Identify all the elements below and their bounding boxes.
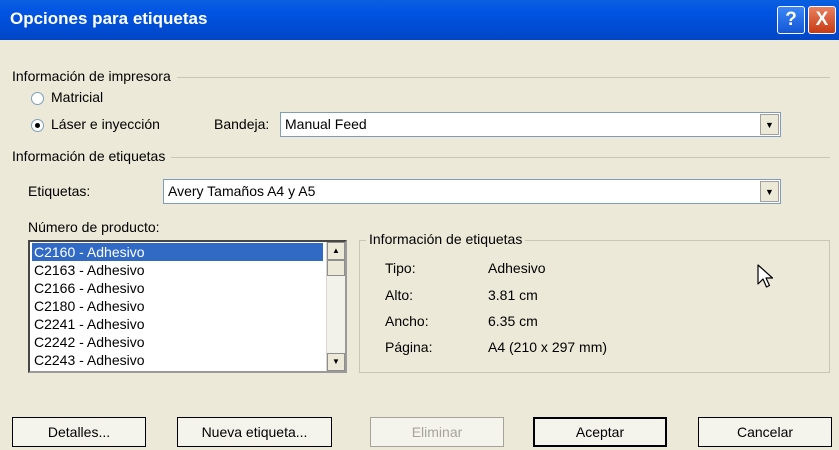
matricial-label: Matricial [51, 89, 104, 105]
nueva-etiqueta-button[interactable]: Nueva etiqueta... [177, 417, 332, 447]
list-item[interactable]: C2241 - Adhesivo [32, 315, 323, 333]
list-item[interactable]: C2243 - Adhesivo [32, 351, 323, 369]
bandeja-value: Manual Feed [285, 116, 367, 132]
pagina-value: A4 (210 x 297 mm) [488, 339, 608, 355]
list-scrollbar[interactable]: ▲ ▼ [326, 242, 345, 371]
title-bar[interactable]: Opciones para etiquetas ? X [0, 0, 839, 40]
close-icon[interactable]: X [808, 6, 836, 34]
chevron-down-icon[interactable]: ▼ [760, 114, 779, 135]
scroll-up-icon[interactable]: ▲ [327, 242, 345, 260]
label-group-label: Información de etiquetas [12, 148, 172, 164]
etiquetas-select[interactable]: Avery Tamaños A4 y A5 ▼ [163, 179, 781, 204]
tipo-value: Adhesivo [488, 260, 546, 276]
alto-value: 3.81 cm [488, 287, 538, 303]
matricial-radio[interactable] [31, 92, 44, 105]
etiquetas-label: Etiquetas: [28, 183, 91, 199]
cancelar-button[interactable]: Cancelar [698, 417, 832, 447]
list-item[interactable]: C2163 - Adhesivo [32, 261, 323, 279]
aceptar-button[interactable]: Aceptar [533, 417, 667, 447]
chevron-down-icon[interactable]: ▼ [760, 181, 779, 202]
product-number-list[interactable]: C2160 - Adhesivo C2163 - Adhesivo C2166 … [28, 240, 347, 373]
pagina-key: Página: [385, 339, 433, 355]
list-item[interactable]: C2180 - Adhesivo [32, 297, 323, 315]
product-number-label: Número de producto: [28, 219, 160, 235]
eliminar-button[interactable]: Eliminar [370, 417, 504, 447]
mouse-cursor-icon [757, 264, 774, 288]
list-item[interactable]: C2166 - Adhesivo [32, 279, 323, 297]
laser-label: Láser e inyección [51, 116, 160, 132]
details-group-label: Información de etiquetas [366, 231, 526, 247]
window-title: Opciones para etiquetas [10, 9, 208, 28]
help-icon[interactable]: ? [777, 6, 805, 34]
printer-group-label: Información de impresora [12, 68, 177, 84]
scroll-thumb[interactable] [327, 260, 345, 276]
tipo-key: Tipo: [385, 260, 416, 276]
alto-key: Alto: [385, 287, 414, 303]
ancho-value: 6.35 cm [488, 313, 538, 329]
bandeja-select[interactable]: Manual Feed ▼ [280, 112, 781, 137]
bandeja-label: Bandeja: [214, 116, 270, 132]
ancho-key: Ancho: [385, 313, 429, 329]
detalles-button[interactable]: Detalles... [12, 417, 146, 447]
laser-radio[interactable] [31, 119, 44, 132]
scroll-down-icon[interactable]: ▼ [327, 353, 345, 371]
list-item[interactable]: C2160 - Adhesivo [32, 243, 323, 261]
list-item[interactable]: C2242 - Adhesivo [32, 333, 323, 351]
etiquetas-value: Avery Tamaños A4 y A5 [168, 183, 316, 199]
